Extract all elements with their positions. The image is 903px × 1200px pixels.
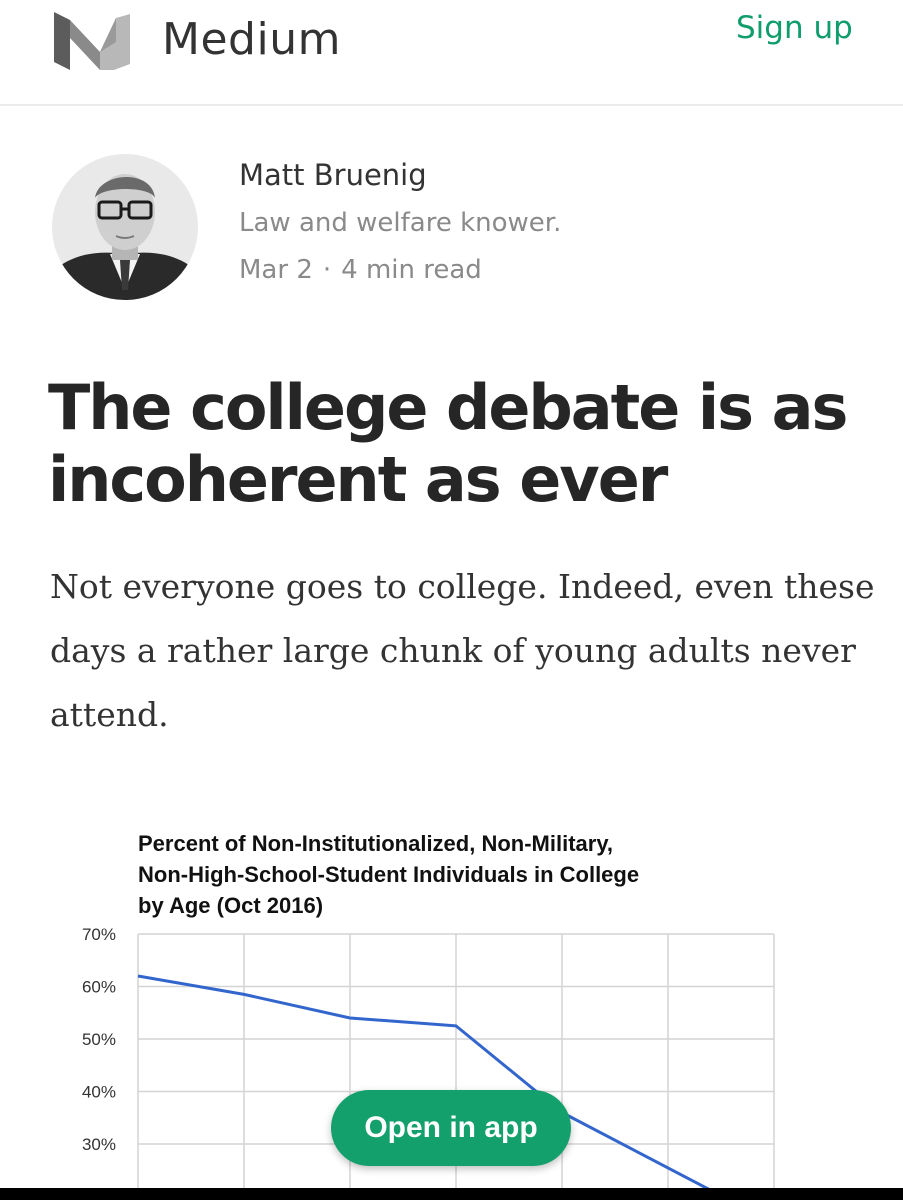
y-tick-label: 40% [82, 1083, 116, 1102]
meta-separator: · [322, 255, 332, 285]
chart-title-line: by Age (Oct 2016) [138, 893, 323, 918]
y-tick-label: 30% [82, 1135, 116, 1154]
top-bar: Medium Sign up [0, 0, 903, 106]
post-meta: Mar 2 · 4 min read [239, 255, 482, 285]
author-name[interactable]: Matt Bruenig [239, 158, 427, 192]
brand-name[interactable]: Medium [162, 14, 341, 65]
chart-title-line: Non-High-School-Student Individuals in C… [138, 862, 639, 887]
read-time: 4 min read [341, 255, 482, 285]
author-photo [52, 154, 198, 300]
article-subtitle: Not everyone goes to college. Indeed, ev… [50, 567, 875, 734]
y-tick-label: 70% [82, 925, 116, 944]
sign-up-link[interactable]: Sign up [736, 10, 853, 46]
y-tick-label: 60% [82, 978, 116, 997]
medium-logo-icon[interactable] [52, 12, 132, 72]
article-title: The college debate is as incoherent as e… [48, 371, 848, 516]
chart-title-line: Percent of Non-Institutionalized, Non-Mi… [138, 831, 613, 856]
author-bio: Law and welfare knower. [239, 208, 562, 238]
chart-title: Percent of Non-Institutionalized, Non-Mi… [138, 831, 639, 918]
bottom-bar [0, 1188, 903, 1200]
open-in-app-button[interactable]: Open in app [331, 1090, 571, 1166]
chart-y-ticks: 70%60%50%40%30%20% [82, 925, 116, 1188]
author-avatar[interactable] [52, 154, 198, 300]
post-date: Mar 2 [239, 255, 313, 285]
y-tick-label: 50% [82, 1030, 116, 1049]
